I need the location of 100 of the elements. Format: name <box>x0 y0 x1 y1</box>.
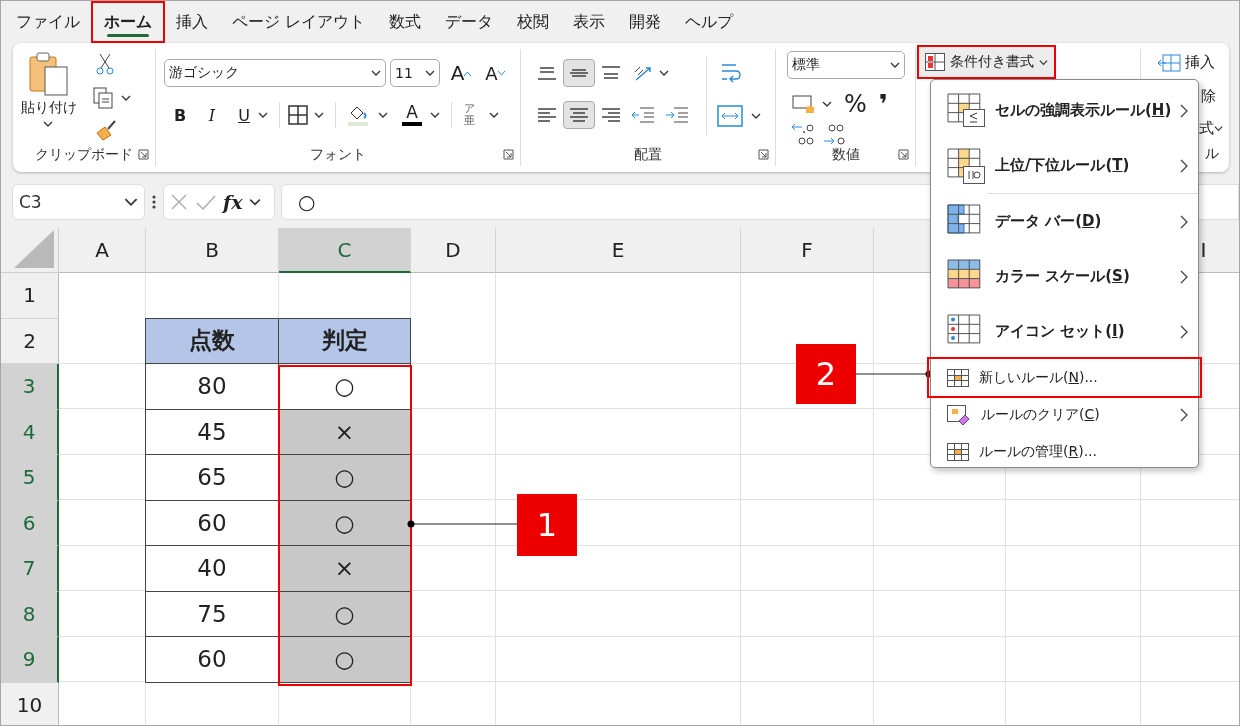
increase-indent-icon[interactable] <box>665 106 689 124</box>
percent-style-button[interactable]: % <box>844 90 867 118</box>
chevron-down-icon[interactable] <box>43 119 53 129</box>
column-header[interactable]: B <box>146 228 279 273</box>
insert-cells-icon[interactable] <box>1157 53 1181 72</box>
chevron-right-icon <box>1180 214 1188 229</box>
wrap-text-icon[interactable] <box>719 61 743 85</box>
dialog-launcher-icon[interactable] <box>758 149 769 160</box>
increase-decimal-icon[interactable] <box>790 121 816 147</box>
column-header[interactable]: F <box>741 228 874 273</box>
chevron-down-icon[interactable] <box>822 99 832 109</box>
chevron-down-icon[interactable] <box>489 110 499 120</box>
chevron-down-icon[interactable] <box>258 110 268 120</box>
chevron-down-icon[interactable] <box>314 110 324 120</box>
align-icon[interactable] <box>601 64 621 82</box>
scissors-icon[interactable] <box>95 53 115 75</box>
chevron-down-icon[interactable] <box>248 196 261 208</box>
merge-center-icon[interactable] <box>717 105 743 127</box>
chevron-down-icon[interactable] <box>751 111 761 121</box>
underline-button[interactable]: U <box>230 101 258 129</box>
ribbon-tab[interactable]: ホーム <box>93 3 163 41</box>
delete-label[interactable]: 除 <box>1201 87 1216 106</box>
number-format-dropdown[interactable]: 標準 <box>787 51 905 79</box>
more-icon[interactable] <box>151 194 157 210</box>
chevron-right-icon <box>1180 103 1188 118</box>
ribbon-tab[interactable]: 開発 <box>618 3 673 41</box>
row-header[interactable]: 9 <box>1 637 59 683</box>
ribbon-tab[interactable]: 数式 <box>378 3 433 41</box>
paste-icon[interactable] <box>27 51 69 97</box>
decrease-indent-icon[interactable] <box>631 106 655 124</box>
font-size-dropdown[interactable]: 11 <box>390 59 440 87</box>
italic-button[interactable]: I <box>198 101 226 129</box>
row-header[interactable]: 8 <box>1 591 59 637</box>
ribbon-tab[interactable]: ファイル <box>5 3 91 41</box>
chevron-down-icon[interactable] <box>425 68 435 78</box>
borders-icon[interactable] <box>288 105 308 125</box>
align-icon[interactable] <box>569 106 589 124</box>
ribbon-tab[interactable]: 表示 <box>562 3 617 41</box>
dialog-launcher-icon[interactable] <box>138 149 149 160</box>
row-header[interactable]: 3 <box>1 364 59 410</box>
insert-label[interactable]: 挿入 <box>1185 53 1215 72</box>
column-header[interactable]: C <box>279 228 411 273</box>
chevron-down-icon[interactable] <box>1039 57 1048 67</box>
row-header[interactable]: 1 <box>1 273 59 319</box>
ribbon-tab[interactable]: データ <box>434 3 505 41</box>
paste-label[interactable]: 貼り付け <box>21 99 77 117</box>
row-header[interactable]: 7 <box>1 546 59 592</box>
chevron-down-icon[interactable] <box>121 93 131 103</box>
align-icon[interactable] <box>537 64 557 82</box>
align-button[interactable] <box>563 59 595 87</box>
align-icon[interactable] <box>601 106 621 124</box>
ribbon-tab[interactable]: 校閲 <box>506 3 561 41</box>
row-header[interactable]: 5 <box>1 455 59 501</box>
align-button[interactable] <box>563 101 595 129</box>
column-header[interactable]: E <box>496 228 741 273</box>
column-header[interactable]: D <box>411 228 496 273</box>
align-icon[interactable] <box>537 106 557 124</box>
ribbon-tab[interactable]: 挿入 <box>165 3 219 41</box>
bold-button[interactable]: B <box>166 101 194 129</box>
row-header[interactable]: 4 <box>1 409 59 455</box>
copy-icon[interactable] <box>93 87 115 109</box>
menu-item[interactable]: ルールのクリア(C) <box>931 396 1198 433</box>
dialog-launcher-icon[interactable] <box>503 149 514 160</box>
menu-item[interactable]: カラー スケール(S) <box>931 249 1198 304</box>
row-header[interactable]: 10 <box>1 682 59 725</box>
group-label: ル <box>1205 145 1219 163</box>
menu-item[interactable]: アイコン セット(I) <box>931 304 1198 359</box>
grow-font-button[interactable]: A <box>446 59 476 87</box>
name-box[interactable]: C3 <box>12 184 145 220</box>
group-label: 数値 <box>831 146 860 164</box>
font-name-dropdown[interactable]: 游ゴシック <box>164 59 386 87</box>
chevron-down-icon[interactable] <box>371 68 381 78</box>
format-painter-icon[interactable] <box>95 119 117 141</box>
chevron-down-icon[interactable] <box>890 60 900 70</box>
row-header[interactable]: 6 <box>1 500 59 546</box>
comma-style-button[interactable]: ❜ <box>878 89 888 119</box>
decrease-decimal-icon[interactable] <box>822 121 848 147</box>
column-header[interactable]: A <box>59 228 146 273</box>
conditional-format-icon <box>925 53 945 71</box>
chevron-down-icon[interactable] <box>1214 124 1223 133</box>
accounting-format-icon[interactable] <box>792 93 816 115</box>
shrink-font-button[interactable]: A <box>480 59 510 87</box>
ribbon-tab[interactable]: ヘルプ <box>674 3 745 41</box>
chevron-down-icon[interactable] <box>378 110 388 120</box>
font-color-button[interactable]: A <box>402 104 422 126</box>
menu-item[interactable]: セルの強調表示ルール(H) <box>931 83 1198 138</box>
menu-item[interactable]: 新しいルール(N)... <box>929 359 1200 396</box>
phonetic-button[interactable]: ア 亜 <box>464 103 475 127</box>
chevron-down-icon[interactable] <box>430 110 440 120</box>
ribbon-tab[interactable]: ページ レイアウト <box>221 3 377 41</box>
menu-item[interactable]: ルールの管理(R)... <box>931 433 1198 470</box>
dialog-launcher-icon[interactable] <box>898 149 909 160</box>
row-header[interactable]: 2 <box>1 318 59 364</box>
grid-icon <box>947 368 969 387</box>
format-label[interactable]: 式 <box>1199 119 1214 138</box>
callout-number: 2 <box>796 344 856 404</box>
conditional-formatting-button[interactable]: 条件付き書式 <box>917 45 1056 79</box>
chevron-down-icon[interactable] <box>659 68 669 78</box>
grid-icon <box>947 442 969 461</box>
insert-function-button[interactable]: fx <box>223 191 243 213</box>
